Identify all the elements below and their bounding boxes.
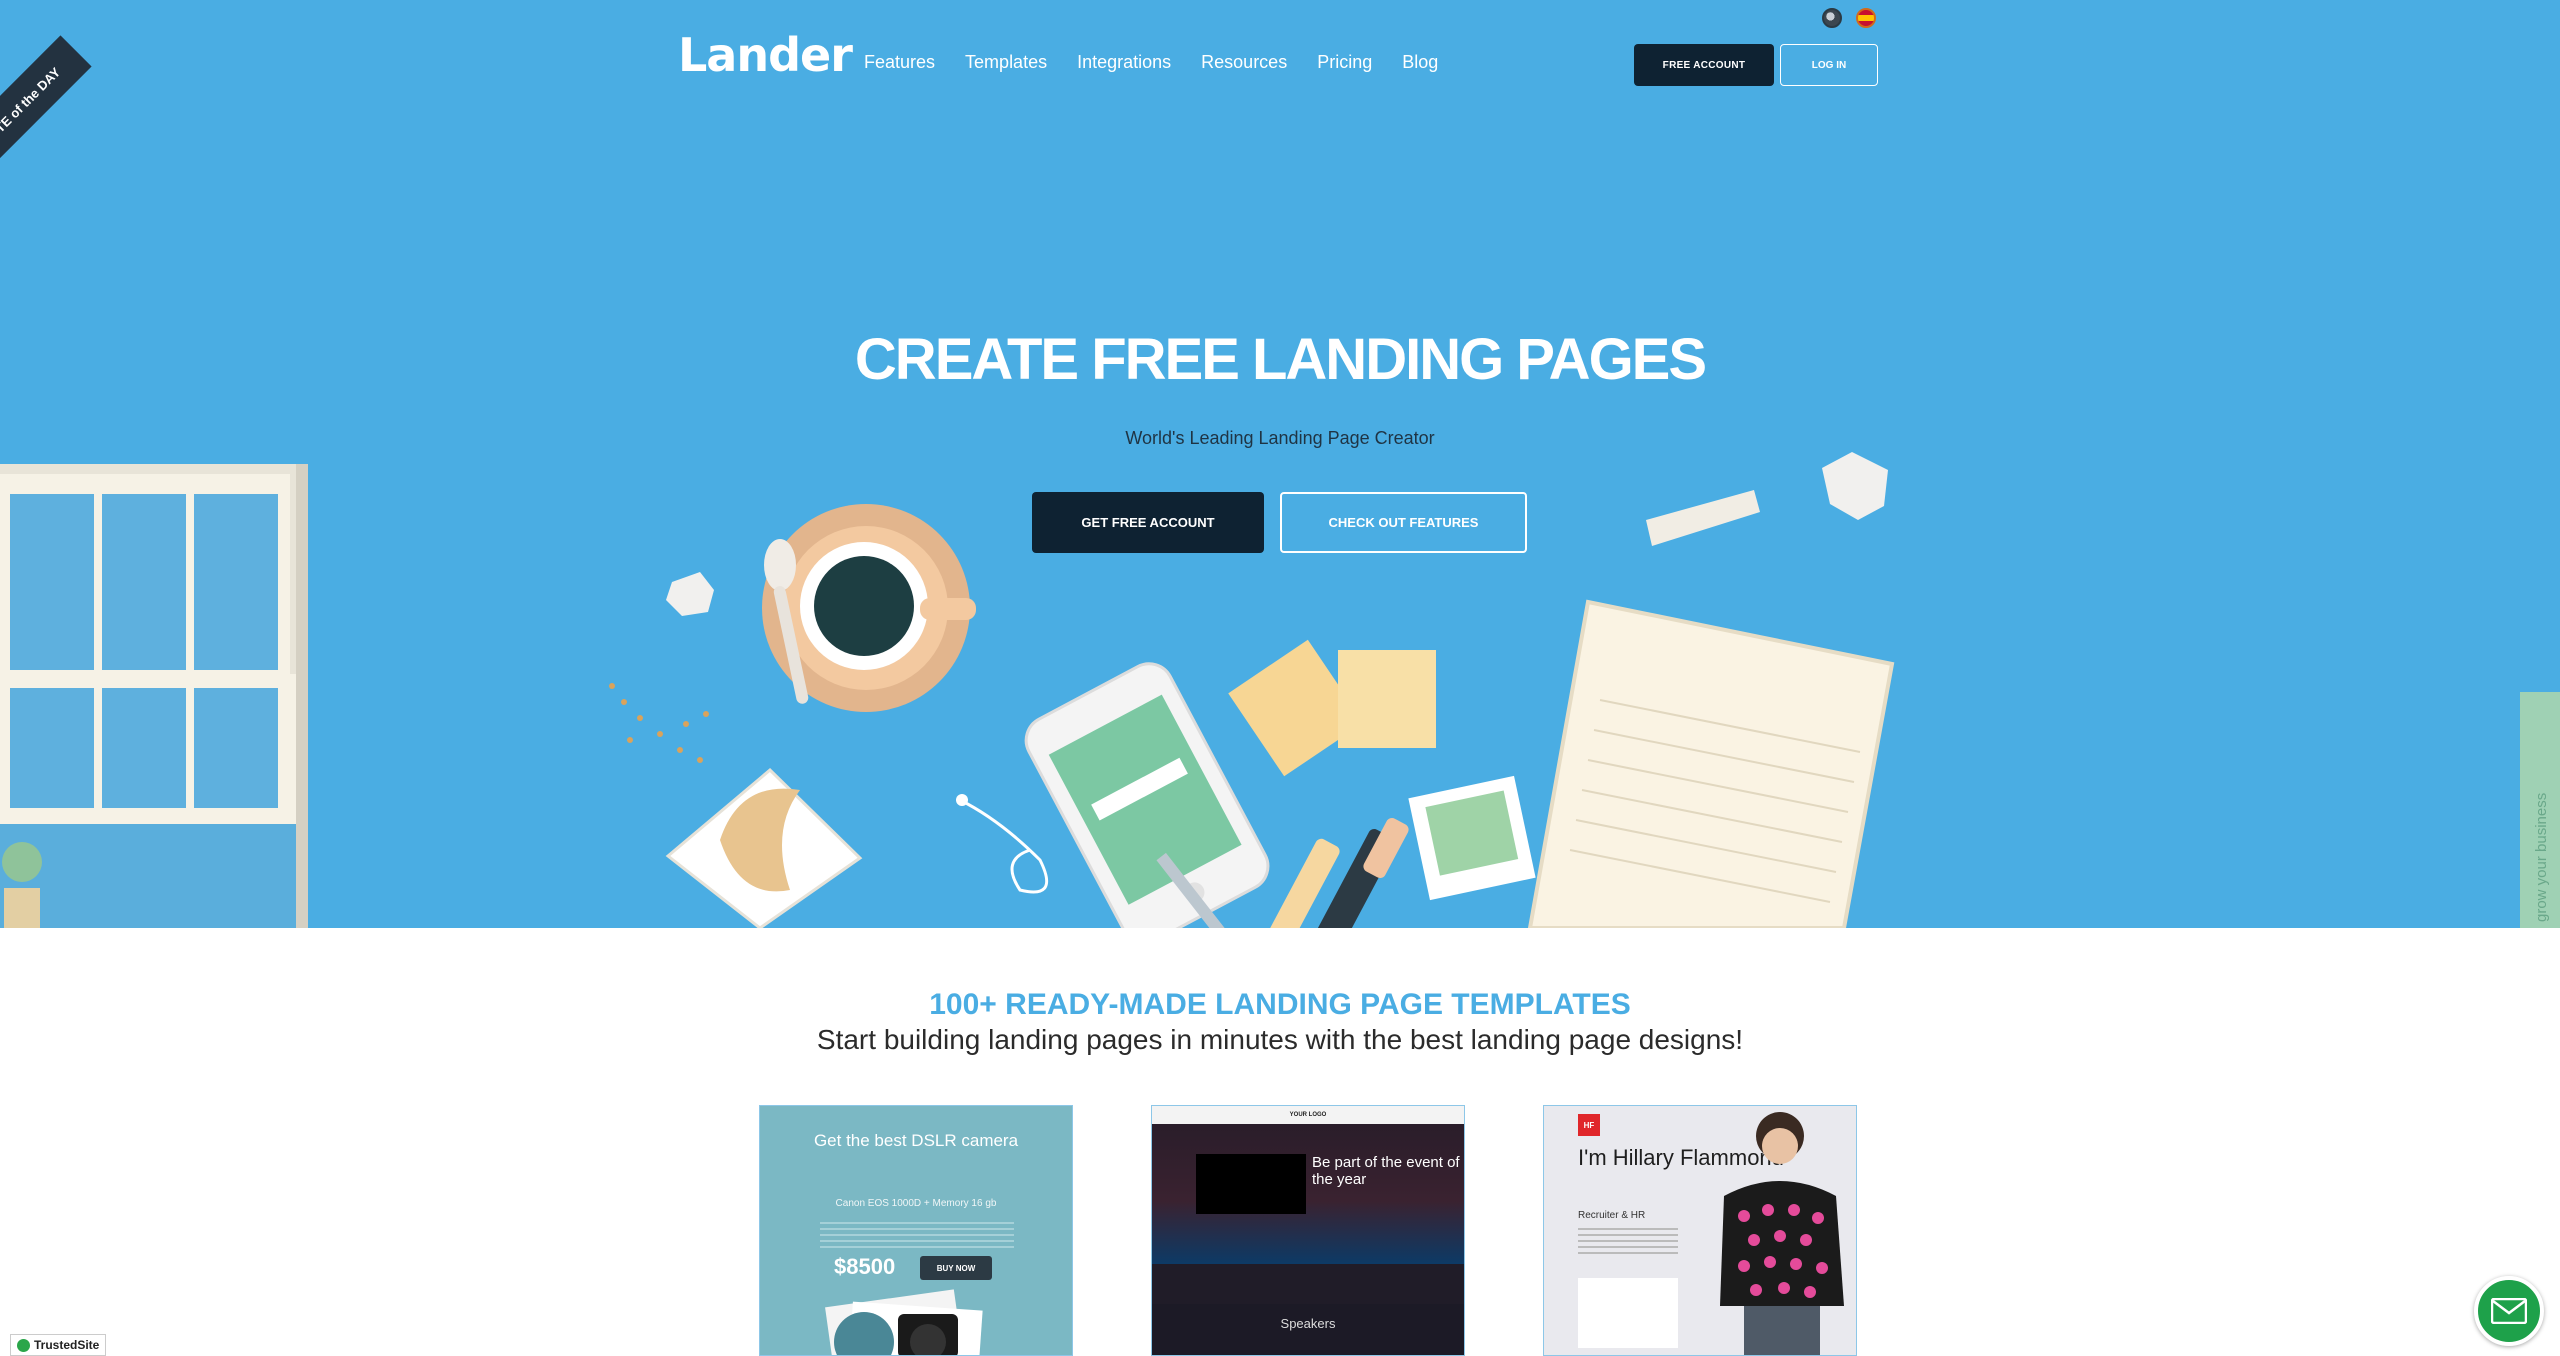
envelope-icon [2491, 1298, 2527, 1324]
top-navigation: Lander Features Templates Integrations R… [0, 0, 2560, 130]
contact-mail-button[interactable] [2474, 1276, 2544, 1346]
camera-illustration [825, 1289, 983, 1355]
template-card-camera[interactable]: Get the best DSLR camera Canon EOS 1000D… [759, 1105, 1073, 1356]
log-in-button[interactable]: LOG IN [1780, 44, 1878, 86]
free-account-button[interactable]: FREE ACCOUNT [1634, 44, 1774, 86]
nav-link-resources[interactable]: Resources [1201, 52, 1287, 73]
nav-link-templates[interactable]: Templates [965, 52, 1047, 73]
template-card-resume[interactable]: HF I'm Hillary Flammond Recruiter & HR [1543, 1105, 1857, 1356]
get-free-account-button[interactable]: GET FREE ACCOUNT [1032, 492, 1264, 553]
croissant-illustration [665, 767, 863, 928]
us-flag-icon[interactable] [1822, 8, 1842, 28]
trustedsite-label: TrustedSite [34, 1338, 100, 1352]
hero-subtitle: World's Leading Landing Page Creator [1125, 428, 1435, 448]
nav-link-features[interactable]: Features [864, 52, 935, 73]
person-illustration [1720, 1112, 1844, 1355]
window-illustration [0, 464, 308, 928]
grow-your-business-tab[interactable]: grow your business [2520, 692, 2560, 928]
coffee-illustration [762, 504, 976, 712]
trustedsite-badge[interactable]: TrustedSite [10, 1334, 107, 1356]
hero-title: CREATE FREE LANDING PAGES [854, 327, 1707, 392]
event-video [1196, 1154, 1306, 1214]
nav-link-integrations[interactable]: Integrations [1077, 52, 1171, 73]
hero-section: Lander Features Templates Integrations R… [0, 0, 2560, 928]
es-flag-icon[interactable] [1856, 8, 1876, 28]
event-headline: Be part of the event of the year [1312, 1154, 1460, 1188]
lander-logo[interactable]: Lander [678, 28, 853, 82]
template-card-event[interactable]: YOUR LOGO Be part of the event of the ye… [1151, 1105, 1465, 1356]
language-switcher [1822, 8, 1876, 28]
templates-title: 100+ READY-MADE LANDING PAGE TEMPLATES [929, 988, 1631, 1021]
hero-illustration [0, 452, 1895, 928]
nav-link-blog[interactable]: Blog [1402, 52, 1438, 73]
templates-subtitle: Start building landing pages in minutes … [816, 1024, 1744, 1055]
nav-link-pricing[interactable]: Pricing [1317, 52, 1372, 73]
side-tab-label: grow your business [2533, 793, 2550, 922]
main-nav: Features Templates Integrations Resource… [864, 52, 1468, 73]
notepad-illustration [1527, 599, 1895, 928]
event-info-band [1152, 1264, 1464, 1304]
sticky-notes-illustration [1228, 639, 1436, 777]
event-speakers-heading: Speakers [1280, 1316, 1336, 1331]
event-logo: YOUR LOGO [1289, 1112, 1327, 1118]
check-shield-icon [17, 1338, 30, 1352]
check-out-features-button[interactable]: CHECK OUT FEATURES [1280, 492, 1527, 553]
side-tab-text: grow your business [2533, 793, 2550, 922]
